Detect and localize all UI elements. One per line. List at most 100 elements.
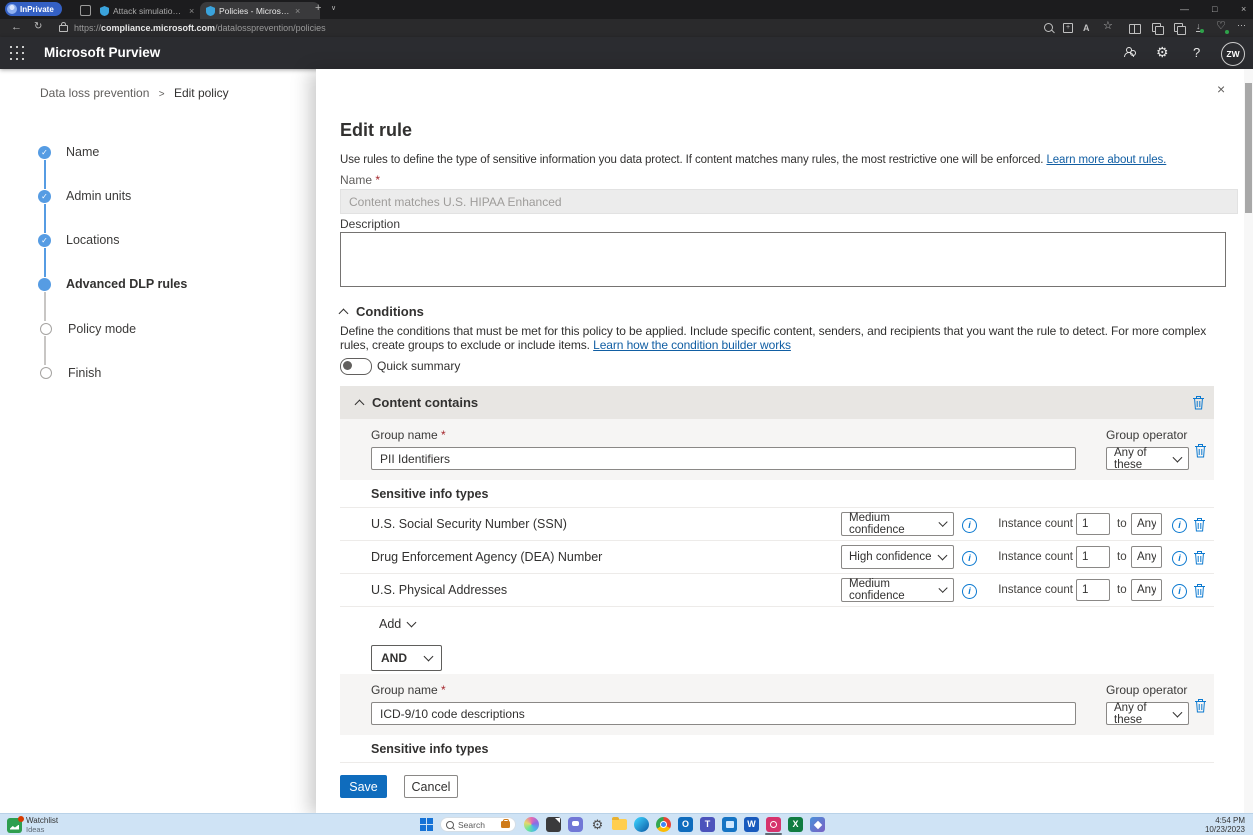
help-icon[interactable]: ?	[1193, 44, 1200, 61]
browser-essentials-icon[interactable]: ♡	[1216, 20, 1226, 32]
taskbar-icon-settings[interactable]: ⚙	[590, 817, 605, 832]
taskbar-icon-outlook[interactable]: O	[678, 817, 693, 832]
info-icon[interactable]: i	[1172, 551, 1187, 566]
instance-min-input[interactable]	[1076, 513, 1110, 535]
favorites-star-icon[interactable]: ☆	[1103, 20, 1113, 32]
widgets-button[interactable]: Watchlist Ideas	[7, 816, 58, 834]
wizard-step-locations[interactable]: ✓ Locations	[38, 233, 120, 247]
info-icon[interactable]: i	[962, 518, 977, 533]
content-contains-header[interactable]: Content contains	[340, 386, 1214, 419]
settings-more-icon[interactable]: ⋯	[1237, 19, 1246, 31]
downloads-icon[interactable]: ↓	[1196, 22, 1201, 32]
workspaces-icon[interactable]	[80, 5, 91, 16]
group-name-input[interactable]	[371, 702, 1076, 725]
copilot-icon[interactable]	[1174, 23, 1183, 32]
tab-policies-purview[interactable]: Policies - Microsoft Purview ×	[200, 2, 320, 19]
confidence-dropdown[interactable]: High confidence	[841, 545, 954, 569]
cancel-button[interactable]: Cancel	[404, 775, 458, 798]
group-joiner-dropdown[interactable]: AND	[371, 645, 442, 671]
instance-max-input[interactable]	[1131, 546, 1162, 568]
wizard-step-name[interactable]: ✓ Name	[38, 145, 99, 159]
delete-group-icon[interactable]	[1194, 443, 1207, 463]
delete-sit-icon[interactable]	[1193, 550, 1206, 570]
window-maximize-icon[interactable]: □	[1212, 4, 1217, 14]
window-close-icon[interactable]: ×	[1241, 4, 1246, 14]
taskbar-icon-excel[interactable]: X	[788, 817, 803, 832]
panel-scrollbar[interactable]	[1244, 69, 1253, 813]
taskbar-search[interactable]: Search	[440, 817, 516, 832]
tab-close-icon[interactable]: ×	[295, 6, 300, 16]
collections-icon[interactable]	[1152, 23, 1161, 32]
instance-max-input[interactable]	[1131, 579, 1162, 601]
start-button[interactable]	[420, 818, 433, 831]
taskbar-icon-teams-chat[interactable]	[568, 817, 583, 832]
group-operator-label: Group operator	[1106, 683, 1187, 697]
instance-max-input[interactable]	[1131, 513, 1162, 535]
taskbar-icon-designer[interactable]	[524, 817, 539, 832]
app-install-icon[interactable]: +	[1063, 23, 1073, 33]
read-aloud-icon[interactable]: A	[1083, 22, 1090, 34]
confidence-dropdown[interactable]: Medium confidence	[841, 512, 954, 536]
add-button[interactable]: Add	[379, 617, 415, 631]
taskbar-icon-chrome[interactable]	[656, 817, 671, 832]
group-operator-dropdown[interactable]: Any of these	[1106, 702, 1189, 725]
delete-condition-icon[interactable]	[1192, 395, 1205, 413]
new-tab-icon[interactable]: +	[315, 3, 321, 14]
close-icon[interactable]: ×	[1217, 82, 1225, 96]
refresh-icon[interactable]: ↻	[34, 21, 42, 33]
address-bar[interactable]: https://compliance.microsoft.com/datalos…	[74, 23, 326, 33]
wizard-step-admin-units[interactable]: ✓ Admin units	[38, 189, 131, 203]
taskbar-icon-edge[interactable]	[634, 817, 649, 832]
app-launcher-icon[interactable]	[10, 46, 25, 61]
save-button[interactable]: Save	[340, 775, 387, 798]
learn-more-rules-link[interactable]: Learn more about rules.	[1046, 154, 1166, 166]
scrollbar-thumb[interactable]	[1245, 83, 1252, 213]
taskbar-icon-word[interactable]: W	[744, 817, 759, 832]
stocks-widget-icon	[7, 818, 22, 833]
instance-count-label: Instance count	[985, 541, 1073, 573]
group-operator-dropdown[interactable]: Any of these	[1106, 447, 1189, 470]
wizard-step-policy-mode[interactable]: Policy mode	[40, 322, 137, 336]
info-icon[interactable]: i	[1172, 584, 1187, 599]
breadcrumb-current: Edit policy	[174, 86, 229, 100]
group-name-label-text: Group name	[371, 428, 438, 442]
gear-icon[interactable]: ⚙	[1156, 44, 1169, 61]
info-icon[interactable]: i	[1172, 518, 1187, 533]
taskbar-clock[interactable]: 4:54 PM 10/23/2023	[1205, 816, 1245, 834]
back-icon[interactable]: ←	[11, 21, 22, 33]
avatar[interactable]: ZW	[1221, 42, 1245, 66]
description-input[interactable]	[340, 232, 1226, 287]
wizard-step-advanced-dlp-rules[interactable]: Advanced DLP rules	[38, 277, 187, 291]
tab-close-icon[interactable]: ×	[189, 6, 194, 16]
taskbar-icon-powertoys[interactable]	[766, 817, 781, 832]
step-check-icon: ✓	[38, 146, 51, 159]
tab-attack-simulation[interactable]: Attack simulation training - Mic ×	[94, 2, 208, 19]
required-asterisk: *	[441, 428, 446, 442]
breadcrumb-parent[interactable]: Data loss prevention	[40, 86, 149, 100]
zoom-icon[interactable]	[1044, 23, 1053, 32]
group-name-input[interactable]	[371, 447, 1076, 470]
split-screen-icon[interactable]	[1129, 24, 1141, 34]
quick-summary-toggle[interactable]	[340, 358, 372, 375]
rule-name-input[interactable]	[340, 189, 1238, 214]
confidence-dropdown[interactable]: Medium confidence	[841, 578, 954, 602]
roles-icon[interactable]	[1124, 47, 1132, 55]
conditions-header[interactable]: Conditions	[340, 304, 424, 319]
info-icon[interactable]: i	[962, 551, 977, 566]
instance-min-input[interactable]	[1076, 579, 1110, 601]
info-icon[interactable]: i	[962, 584, 977, 599]
wizard-step-finish[interactable]: Finish	[40, 366, 102, 380]
delete-group-icon[interactable]	[1194, 698, 1207, 718]
taskbar-icon-photos[interactable]	[810, 817, 825, 832]
condition-builder-link[interactable]: Learn how the condition builder works	[593, 338, 791, 352]
taskbar-icon-file-explorer[interactable]	[612, 819, 627, 830]
instance-min-input[interactable]	[1076, 546, 1110, 568]
delete-sit-icon[interactable]	[1193, 583, 1206, 603]
taskbar-icon-snipping-tool[interactable]	[546, 817, 561, 832]
taskbar-icon-store[interactable]	[722, 817, 737, 832]
delete-sit-icon[interactable]	[1193, 517, 1206, 537]
tab-search-icon[interactable]: ∨	[331, 5, 336, 12]
window-minimize-icon[interactable]: —	[1180, 4, 1189, 14]
taskbar-icon-teams[interactable]: T	[700, 817, 715, 832]
inprivate-badge[interactable]: InPrivate	[5, 2, 62, 16]
